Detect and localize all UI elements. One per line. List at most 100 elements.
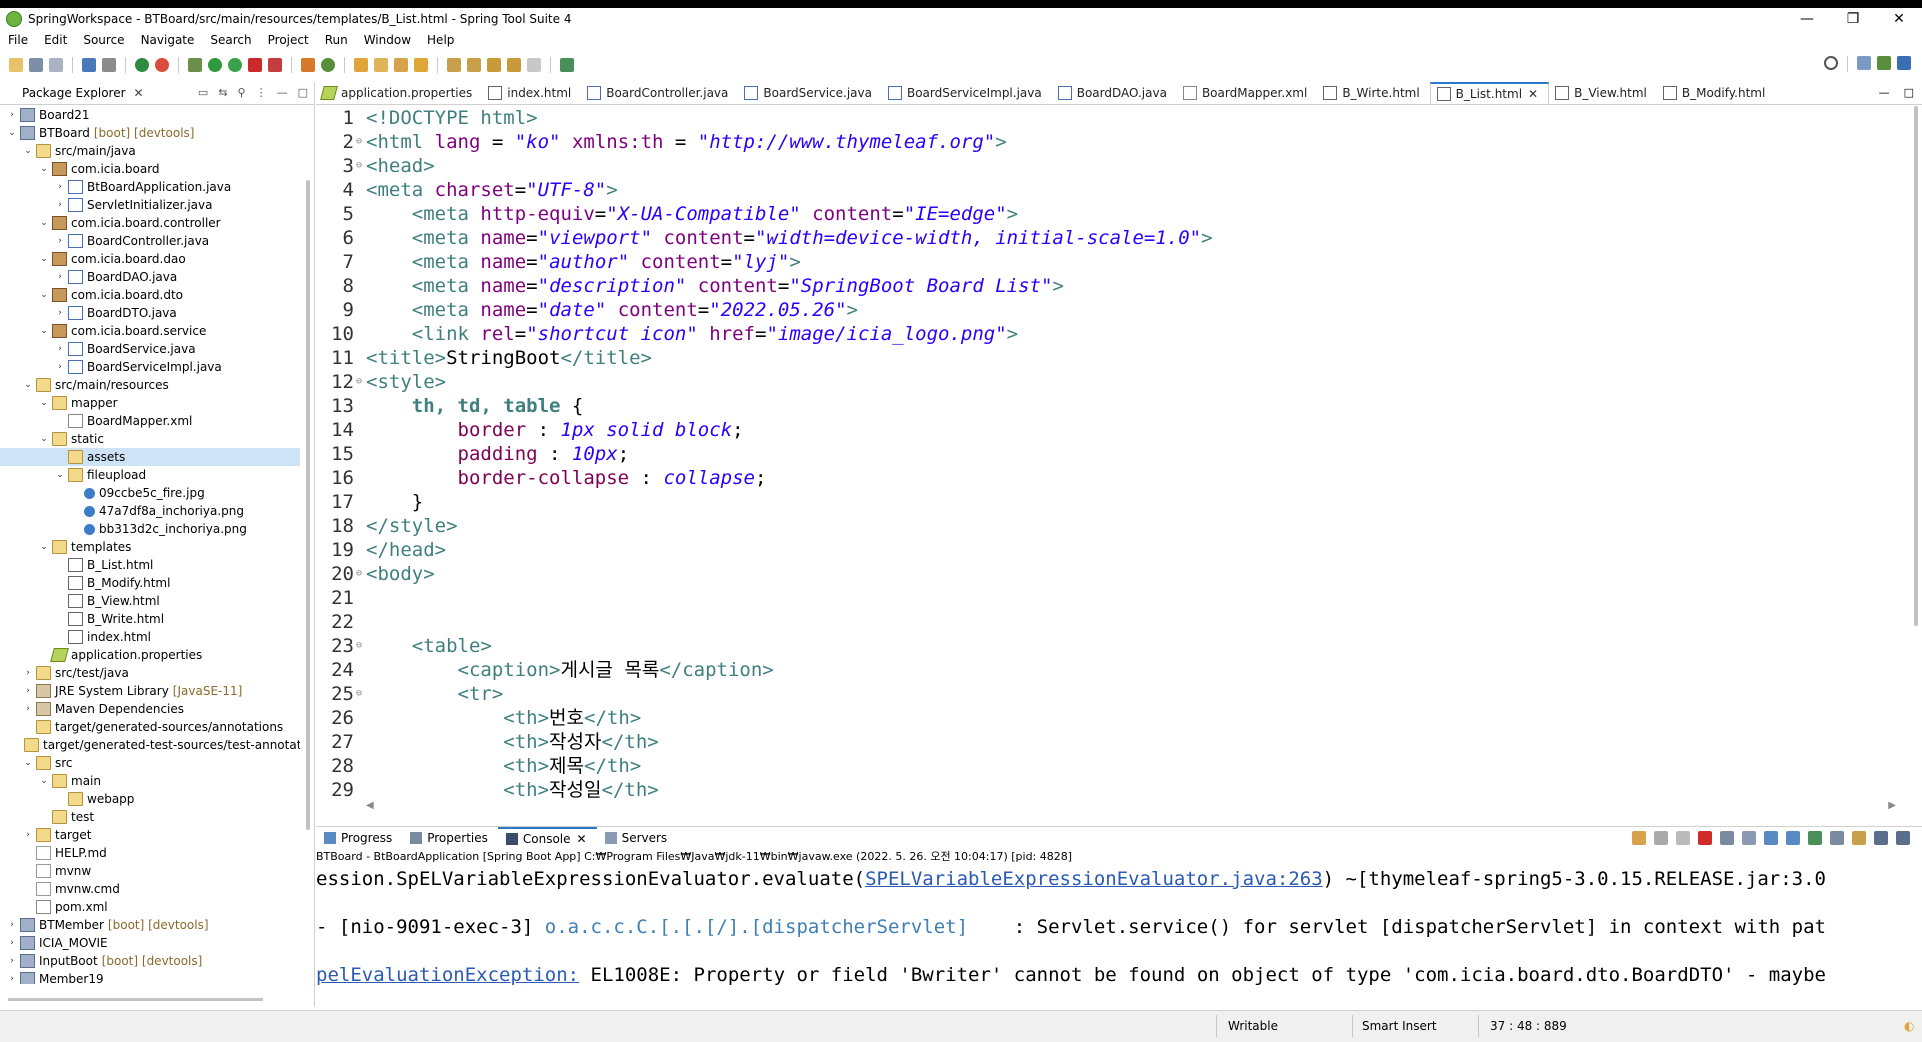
fold-icon[interactable]: ⊖ (356, 634, 364, 658)
tree-item[interactable]: BoardMapper.xml (0, 412, 300, 430)
chevron-down-icon[interactable]: ⌄ (6, 124, 18, 142)
chevron-down-icon[interactable]: ⌄ (38, 772, 50, 790)
tree-item[interactable]: › ICIA_MOVIE (0, 934, 300, 952)
tree-item[interactable]: ⌄ mapper (0, 394, 300, 412)
chevron-down-icon[interactable]: ⌄ (38, 286, 50, 304)
tree-item[interactable]: ⌄ com.icia.board (0, 160, 300, 178)
tree-item[interactable]: › BtBoardApplication.java (0, 178, 300, 196)
tree-item[interactable]: 09ccbe5c_fire.jpg (0, 484, 300, 502)
view-menu-icon[interactable]: ⋮ (256, 86, 267, 99)
previous-annotation-icon[interactable] (467, 58, 481, 72)
chevron-right-icon[interactable]: › (54, 304, 66, 322)
chevron-down-icon[interactable]: ⌄ (38, 394, 50, 412)
package-explorer-tab[interactable]: Package Explorer ✕ ▭ ⇆ ⚲ ⋮ — □ (0, 82, 314, 105)
horizontal-scrollbar[interactable] (8, 998, 263, 1001)
tree-item[interactable]: index.html (0, 628, 300, 646)
skip-breakpoints-icon[interactable] (102, 58, 116, 72)
tree-item[interactable]: ⌄ src (0, 754, 300, 772)
editor-tab[interactable]: B_Wirte.html (1317, 82, 1429, 104)
chevron-down-icon[interactable]: ⌄ (22, 142, 34, 160)
show-on-error-icon[interactable] (1786, 831, 1800, 845)
maximize-console-icon[interactable] (1896, 831, 1910, 845)
code-editor[interactable]: 1 <!DOCTYPE html> 2 ⊖ <html lang = "ko" xmln… (316, 106, 1906, 804)
tree-item[interactable]: ⌄ BTBoard [boot] [devtools] (0, 124, 300, 142)
vertical-scrollbar[interactable] (306, 180, 310, 830)
open-perspective-icon[interactable] (1857, 56, 1871, 70)
spring-boot-run-icon[interactable] (135, 58, 149, 72)
tree-item[interactable]: mvnw (0, 862, 300, 880)
tree-item[interactable]: › Maven Dependencies (0, 700, 300, 718)
debug-icon[interactable] (188, 58, 202, 72)
tree-item[interactable]: › JRE System Library [JavaSE-11] (0, 682, 300, 700)
menu-source[interactable]: Source (75, 33, 132, 47)
terminate-icon[interactable] (1698, 831, 1712, 845)
console-output[interactable]: ession.SpELVariableExpressionEvaluator.e… (316, 867, 1906, 997)
forward-icon[interactable] (527, 58, 541, 72)
maximize-editor-icon[interactable]: □ (1904, 86, 1914, 99)
chevron-right-icon[interactable]: › (6, 916, 18, 934)
search-tool-icon[interactable] (394, 58, 408, 72)
tree-item[interactable]: ⌄ main (0, 772, 300, 790)
remove-launch-icon[interactable] (1632, 831, 1646, 845)
chevron-down-icon[interactable]: ⌄ (38, 250, 50, 268)
tree-item[interactable]: › src/test/java (0, 664, 300, 682)
editor-tab[interactable]: application.properties (316, 82, 482, 104)
coverage-icon[interactable] (228, 58, 242, 72)
editor-tab[interactable]: index.html (482, 82, 581, 104)
minimize-button[interactable]: — (1784, 8, 1830, 30)
editor-horizontal-scrollbar[interactable]: ◀ ▶ (366, 800, 1896, 811)
tree-item[interactable]: target/generated-test-sources/test-annot… (0, 736, 300, 754)
open-resource-icon[interactable] (414, 58, 428, 72)
tree-item[interactable]: B_Write.html (0, 610, 300, 628)
chevron-right-icon[interactable]: › (22, 682, 34, 700)
chevron-down-icon[interactable]: ⌄ (38, 430, 50, 448)
collapse-all-icon[interactable]: ▭ (198, 86, 208, 99)
chevron-down-icon[interactable]: ⌄ (38, 160, 50, 178)
tree-item[interactable]: ⌄ static (0, 430, 300, 448)
tree-item[interactable]: B_List.html (0, 556, 300, 574)
console-tab[interactable]: Servers (597, 831, 678, 845)
chevron-right-icon[interactable]: › (6, 952, 18, 970)
tree-item[interactable]: ⌄ fileupload (0, 466, 300, 484)
new-file-icon[interactable] (9, 58, 23, 72)
close-icon[interactable]: ✕ (134, 86, 144, 100)
save-all-icon[interactable] (49, 58, 63, 72)
tree-item[interactable]: assets (0, 448, 300, 466)
pin-editor-icon[interactable] (560, 58, 574, 72)
spring-perspective-icon[interactable] (1877, 56, 1891, 70)
close-tab-icon[interactable]: ✕ (577, 832, 587, 846)
chevron-right-icon[interactable]: › (6, 934, 18, 952)
scroll-right-icon[interactable]: ▶ (1888, 800, 1896, 811)
chevron-right-icon[interactable]: › (6, 106, 18, 124)
chevron-right-icon[interactable]: › (54, 232, 66, 250)
menu-search[interactable]: Search (202, 33, 259, 47)
tree-item[interactable]: pom.xml (0, 898, 300, 916)
console-tab[interactable]: Console ✕ (497, 827, 597, 849)
maximize-button[interactable]: ❐ (1830, 8, 1876, 30)
fold-icon[interactable]: ⊖ (356, 130, 364, 154)
chevron-right-icon[interactable]: › (54, 268, 66, 286)
tree-item[interactable]: HELP.md (0, 844, 300, 862)
tree-item[interactable]: ⌄ com.icia.board.dto (0, 286, 300, 304)
tree-item[interactable]: ⌄ src/main/resources (0, 376, 300, 394)
chevron-right-icon[interactable]: › (54, 358, 66, 376)
terminal-icon[interactable] (82, 58, 96, 72)
chevron-down-icon[interactable]: ⌄ (38, 214, 50, 232)
menu-run[interactable]: Run (317, 33, 356, 47)
chevron-down-icon[interactable]: ⌄ (38, 538, 50, 556)
close-tab-icon[interactable]: ✕ (1528, 87, 1538, 101)
menu-file[interactable]: File (0, 33, 36, 47)
tree-item[interactable]: › ServletInitializer.java (0, 196, 300, 214)
run-icon[interactable] (208, 58, 222, 72)
tree-item[interactable]: › Board21 (0, 106, 300, 124)
tree-item[interactable]: bb313d2c_inchoriya.png (0, 520, 300, 538)
tree-item[interactable]: B_Modify.html (0, 574, 300, 592)
chevron-right-icon[interactable]: › (6, 970, 18, 984)
tree-item[interactable]: target/generated-sources/annotations (0, 718, 300, 736)
tree-item[interactable]: › BTMember [boot] [devtools] (0, 916, 300, 934)
chevron-down-icon[interactable]: ⌄ (22, 376, 34, 394)
console-link[interactable]: SPELVariableExpressionEvaluator.java:263 (865, 868, 1323, 890)
tree-item[interactable]: test (0, 808, 300, 826)
stop-icon[interactable] (248, 58, 262, 72)
maximize-view-icon[interactable]: □ (298, 86, 308, 99)
